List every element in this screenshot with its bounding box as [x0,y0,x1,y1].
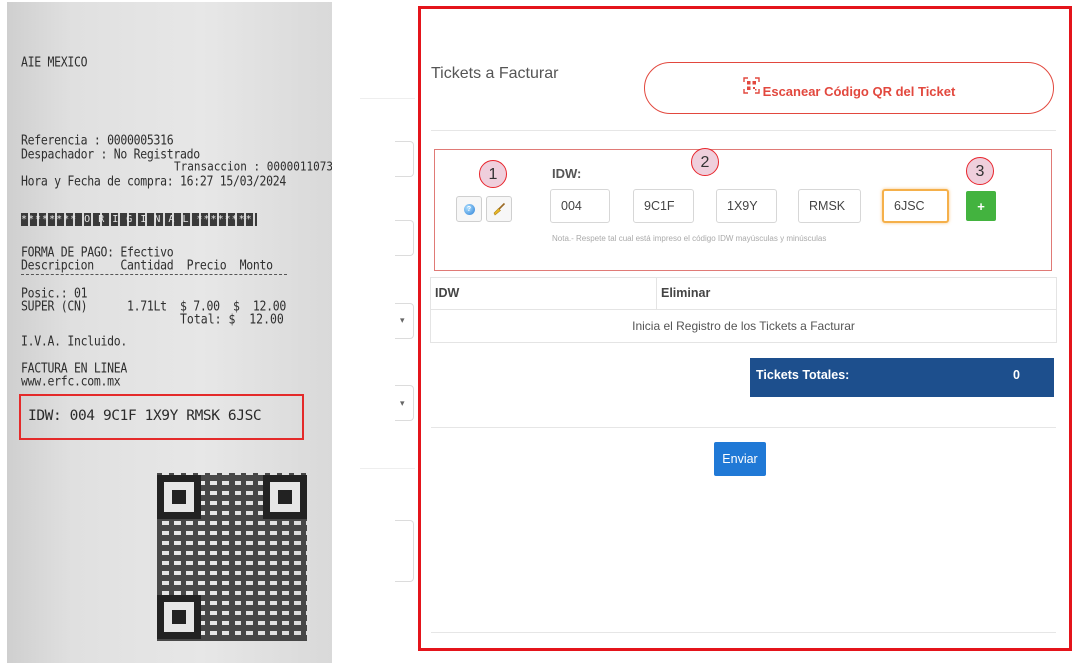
idw-label: IDW: [552,166,582,181]
receipt-datetime: Hora y Fecha de compra: 16:27 15/03/2024 [21,173,286,190]
receipt-iva: I.V.A. Incluido. [21,333,127,350]
column-header-eliminar: Eliminar [661,286,711,300]
annotation-marker-1: 1 [479,160,507,188]
receipt-original-banner: ******** O R I G I N A L ******** [21,213,257,226]
background-field [395,220,414,256]
idw-note: Nota.- Respete tal cual está impreso el … [552,234,827,243]
background-field [395,141,414,177]
qr-finder-top-left [157,475,201,519]
chevron-down-icon: ▾ [400,315,405,325]
receipt-company: AIE MEXICO [21,54,88,71]
broom-icon [493,202,506,216]
idw-segment-4[interactable]: RMSK [798,189,861,223]
idw-entry-panel: IDW: ? 004 9C1F 1X9Y RMSK 6JSC + Nota.- … [434,148,1052,271]
help-icon: ? [463,203,475,215]
totals-value: 0 [1013,368,1020,382]
qr-finder-bottom-left [157,595,201,639]
idw-segment-3[interactable]: 1X9Y [716,189,777,223]
background-divider [360,98,415,99]
scan-qr-label: Escanear Código QR del Ticket [762,83,956,99]
receipt-idw-highlight: IDW: 004 9C1F 1X9Y RMSK 6JSC [19,394,304,440]
divider [431,130,1056,131]
help-button[interactable]: ? [456,196,482,222]
receipt-total: Total: $ 12.00 [180,311,284,328]
qr-finder-top-right [263,475,307,519]
receipt-website: www.erfc.com.mx [21,373,121,390]
tickets-table: IDW Eliminar Inicia el Registro de los T… [430,277,1057,343]
clear-button[interactable] [486,196,512,222]
table-empty-message: Inicia el Registro de los Tickets a Fact… [632,319,855,333]
idw-segment-1[interactable]: 004 [550,189,610,223]
annotation-marker-2: 2 [691,148,719,176]
plus-icon: + [977,198,985,214]
divider [431,427,1056,428]
background-textarea [395,520,414,582]
chevron-down-icon: ▾ [400,398,405,408]
page-title: Tickets a Facturar [431,65,559,82]
receipt-columns-header: Descripcion Cantidad Precio Monto [21,257,273,274]
receipt-photo: AIE MEXICO Referencia : 0000005316 Despa… [7,2,332,663]
divider [431,632,1056,633]
idw-segment-5[interactable]: 6JSC [882,189,949,223]
background-divider [360,468,415,469]
totals-label: Tickets Totales: [756,368,850,382]
receipt-idw-text: IDW: 004 9C1F 1X9Y RMSK 6JSC [28,408,262,424]
idw-segment-2[interactable]: 9C1F [633,189,694,223]
column-header-idw: IDW [431,278,657,309]
tickets-totals-bar: Tickets Totales: 0 [750,358,1054,397]
receipt-divider [21,274,287,275]
table-header: IDW Eliminar [431,278,1056,310]
receipt-transaction: Transaccion : 0000011073 [174,159,332,174]
qr-scan-icon [742,76,760,94]
tickets-panel: Tickets a Facturar Escanear Código QR de… [418,6,1072,651]
add-ticket-button[interactable]: + [966,191,996,221]
submit-button[interactable]: Enviar [714,442,766,476]
scan-qr-button[interactable]: Escanear Código QR del Ticket [644,62,1054,114]
annotation-marker-3: 3 [966,157,994,185]
